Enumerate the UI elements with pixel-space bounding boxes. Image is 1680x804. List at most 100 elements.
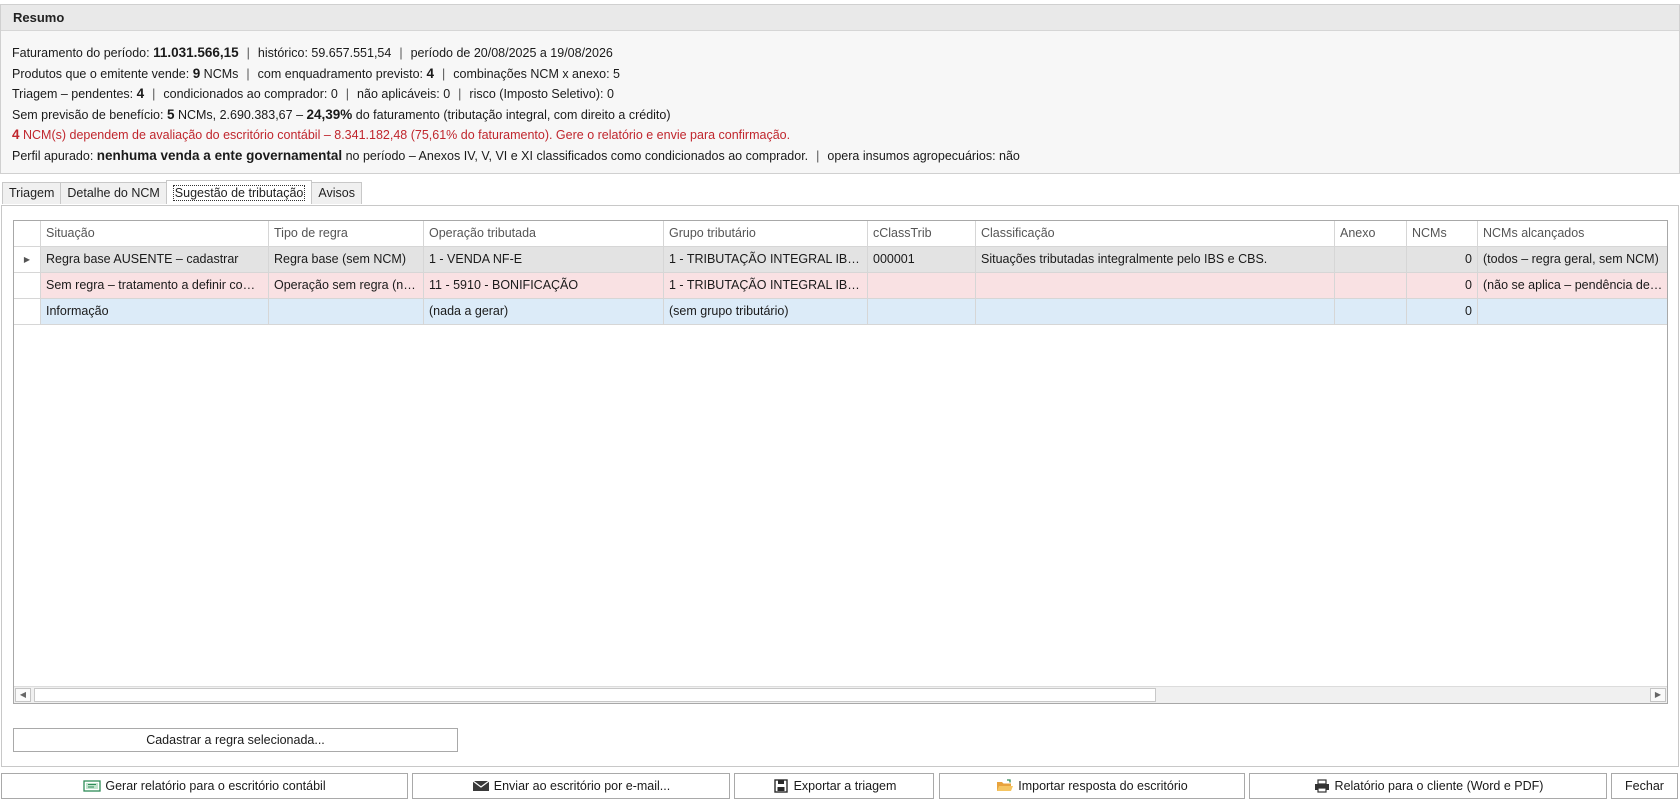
- cell-ncms-alcancados: (todos – regra geral, sem NCM): [1478, 247, 1667, 272]
- perfil-value: nenhuma venda a ente governamental: [96, 147, 343, 163]
- faturamento-value: 11.031.566,15: [153, 45, 239, 60]
- perfil-rest: no período – Anexos IV, V, VI e XI class…: [342, 148, 809, 163]
- cell-classificacao: [976, 273, 1335, 298]
- header-tipo-regra[interactable]: Tipo de regra: [269, 221, 424, 246]
- alert-text: NCM(s) dependem de avaliação do escritór…: [19, 128, 791, 143]
- save-icon: [773, 779, 788, 793]
- grid-header: Situação Tipo de regra Operação tributad…: [14, 221, 1667, 247]
- importar-resposta-button[interactable]: Importar resposta do escritório: [939, 773, 1245, 799]
- cell-tipo-regra: [269, 299, 424, 324]
- separator: |: [345, 87, 350, 102]
- enquadramento-label: com enquadramento previsto:: [257, 66, 427, 81]
- gerar-relatorio-button[interactable]: Gerar relatório para o escritório contáb…: [1, 773, 408, 799]
- cell-grupo: (sem grupo tributário): [664, 299, 868, 324]
- scroll-left-icon[interactable]: ◀: [15, 688, 31, 702]
- table-row[interactable]: Informação (nada a gerar) (sem grupo tri…: [14, 299, 1667, 325]
- importar-resposta-label: Importar resposta do escritório: [1018, 779, 1188, 793]
- alert-count: 4: [12, 127, 20, 143]
- enquadramento-value: 4: [426, 65, 435, 81]
- separator: |: [458, 87, 462, 102]
- header-cclasstrib[interactable]: cClassTrib: [868, 221, 976, 246]
- tab-strip: Triagem Detalhe do NCM Sugestão de tribu…: [2, 180, 362, 205]
- cell-ncms: 0: [1407, 247, 1478, 272]
- header-ncms[interactable]: NCMs: [1407, 221, 1478, 246]
- relatorio-cliente-label: Relatório para o cliente (Word e PDF): [1334, 779, 1544, 793]
- header-grupo[interactable]: Grupo tributário: [664, 221, 868, 246]
- printer-icon: [1314, 779, 1329, 793]
- tab-detalhe-ncm[interactable]: Detalhe do NCM: [60, 182, 167, 204]
- cell-ncms: 0: [1407, 299, 1478, 324]
- scroll-thumb[interactable]: [34, 688, 1156, 702]
- envelope-icon: [472, 780, 490, 791]
- gerar-relatorio-label: Gerar relatório para o escritório contáb…: [105, 779, 326, 793]
- cell-grupo: 1 - TRIBUTAÇÃO INTEGRAL IBS E CBS: [664, 247, 868, 272]
- summary-line-triagem: Triagem – pendentes: 4 | condicionados ao …: [12, 84, 1679, 105]
- periodo-text: período de 20/08/2025 a 19/08/2026: [410, 46, 613, 60]
- cell-anexo: [1335, 299, 1407, 324]
- produtos-unit: NCMs: [200, 66, 239, 81]
- summary-panel: Resumo Faturamento do período: 11.031.56…: [0, 4, 1680, 174]
- header-situacao[interactable]: Situação: [41, 221, 269, 246]
- cell-cclasstrib: [868, 273, 976, 298]
- fechar-button[interactable]: Fechar: [1611, 773, 1678, 799]
- triagem-value: 4: [136, 86, 145, 102]
- summary-line-sem-previsao: Sem previsão de benefício: 5 NCMs, 2.690…: [12, 105, 1679, 126]
- rules-grid: Situação Tipo de regra Operação tributad…: [13, 220, 1668, 704]
- cell-tipo-regra: Operação sem regra (não cadastrada): [269, 273, 424, 298]
- sem-previsao-rest: do faturamento (tributação integral, com…: [352, 107, 671, 122]
- row-indicator-icon: ▶: [14, 247, 41, 272]
- sem-previsao-pct: 24,39%: [306, 106, 353, 122]
- cell-classificacao: Situações tributadas integralmente pelo …: [976, 247, 1335, 272]
- summary-line-perfil: Perfil apurado: nenhuma venda a ente gov…: [12, 146, 1679, 167]
- tab-avisos[interactable]: Avisos: [311, 182, 362, 204]
- row-selector: [14, 273, 41, 298]
- cell-situacao: Regra base AUSENTE – cadastrar: [41, 247, 269, 272]
- header-ncms-alcancados[interactable]: NCMs alcançados: [1478, 221, 1667, 246]
- combinacoes-text: combinações NCM x anexo: 5: [453, 66, 621, 81]
- cell-situacao: Informação: [41, 299, 269, 324]
- cell-anexo: [1335, 247, 1407, 272]
- summary-line-produtos: Produtos que o emitente vende: 9 NCMs | co…: [12, 64, 1679, 85]
- scroll-right-icon[interactable]: ▶: [1650, 688, 1666, 702]
- folder-open-icon: [997, 779, 1014, 791]
- exportar-triagem-button[interactable]: Exportar a triagem: [734, 773, 934, 799]
- condicionados-text: condicionados ao comprador: 0: [163, 87, 338, 102]
- horizontal-scrollbar[interactable]: ◀ ▶: [14, 686, 1667, 703]
- header-row-selector: [14, 221, 41, 246]
- separator: |: [442, 66, 446, 81]
- nao-aplicaveis-text: não aplicáveis: 0: [357, 87, 451, 102]
- row-selector: [14, 299, 41, 324]
- table-row[interactable]: Sem regra – tratamento a definir com o e…: [14, 273, 1667, 299]
- insumos-text: opera insumos agropecuários: não: [827, 148, 1020, 163]
- summary-line-faturamento: Faturamento do período: 11.031.566,15 | hi…: [12, 43, 1679, 64]
- cell-anexo: [1335, 273, 1407, 298]
- tab-triagem[interactable]: Triagem: [2, 182, 62, 204]
- cadastrar-regra-button[interactable]: Cadastrar a regra selecionada...: [13, 728, 458, 752]
- cell-classificacao: [976, 299, 1335, 324]
- enviar-email-button[interactable]: Enviar ao escritório por e-mail...: [412, 773, 730, 799]
- cell-grupo: 1 - TRIBUTAÇÃO INTEGRAL IBS E CBS: [664, 273, 868, 298]
- cell-operacao: 1 - VENDA NF-E: [424, 247, 664, 272]
- relatorio-cliente-button[interactable]: Relatório para o cliente (Word e PDF): [1249, 773, 1607, 799]
- enviar-email-label: Enviar ao escritório por e-mail...: [493, 779, 671, 793]
- cell-operacao: 11 - 5910 - BONIFICAÇÃO: [424, 273, 664, 298]
- sem-previsao-label: Sem previsão de benefício:: [12, 107, 167, 122]
- header-operacao[interactable]: Operação tributada: [424, 221, 664, 246]
- produtos-label: Produtos que o emitente vende:: [12, 66, 193, 81]
- separator: |: [816, 148, 820, 163]
- cell-ncms-alcancados: (não se aplica – pendência de cadastro): [1478, 273, 1667, 298]
- separator: |: [246, 66, 250, 81]
- tab-sugestao-tributacao[interactable]: Sugestão de tributação: [165, 180, 313, 204]
- faturamento-label: Faturamento do período:: [12, 46, 154, 60]
- exportar-triagem-label: Exportar a triagem: [793, 779, 897, 793]
- report-icon: [83, 780, 102, 792]
- historico-text: histórico: 59.657.551,54: [257, 46, 392, 60]
- cell-cclasstrib: [868, 299, 976, 324]
- header-anexo[interactable]: Anexo: [1335, 221, 1407, 246]
- header-classificacao[interactable]: Classificação: [976, 221, 1335, 246]
- triagem-label: Triagem – pendentes:: [12, 87, 137, 102]
- summary-title: Resumo: [1, 5, 1679, 31]
- risco-text: risco (Imposto Seletivo): 0: [469, 87, 614, 102]
- cell-ncms-alcancados: [1478, 299, 1667, 324]
- table-row[interactable]: ▶ Regra base AUSENTE – cadastrar Regra b…: [14, 247, 1667, 273]
